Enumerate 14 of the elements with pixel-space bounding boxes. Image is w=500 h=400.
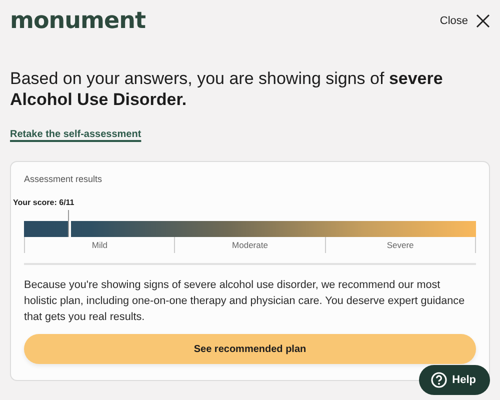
close-icon bbox=[476, 14, 490, 28]
result-message: Based on your answers, you are showing signs of severe Alcohol Use Disorder. bbox=[10, 68, 444, 110]
close-button[interactable]: Close bbox=[440, 12, 490, 30]
recommended-plan-button[interactable]: See recommended plan bbox=[24, 334, 476, 364]
scale-label: Moderate bbox=[232, 240, 268, 250]
help-button[interactable]: Help bbox=[419, 365, 490, 395]
retake-link[interactable]: Retake the self-assessment bbox=[10, 128, 142, 140]
help-icon bbox=[431, 372, 448, 388]
logo: monument bbox=[10, 10, 146, 32]
recommendation-text: Because you're showing signs of severe alcohol use disorder, we recommend our most holistic plan, including one-on-one therapy and physician care. You deserve expert guidance that gets you real results. bbox=[24, 278, 466, 325]
scale-label: Severe bbox=[386, 240, 414, 250]
card-title: Assessment results bbox=[24, 172, 104, 186]
scale-label: Mild bbox=[92, 240, 108, 250]
score-label: Your score: 6/11 bbox=[13, 199, 74, 207]
